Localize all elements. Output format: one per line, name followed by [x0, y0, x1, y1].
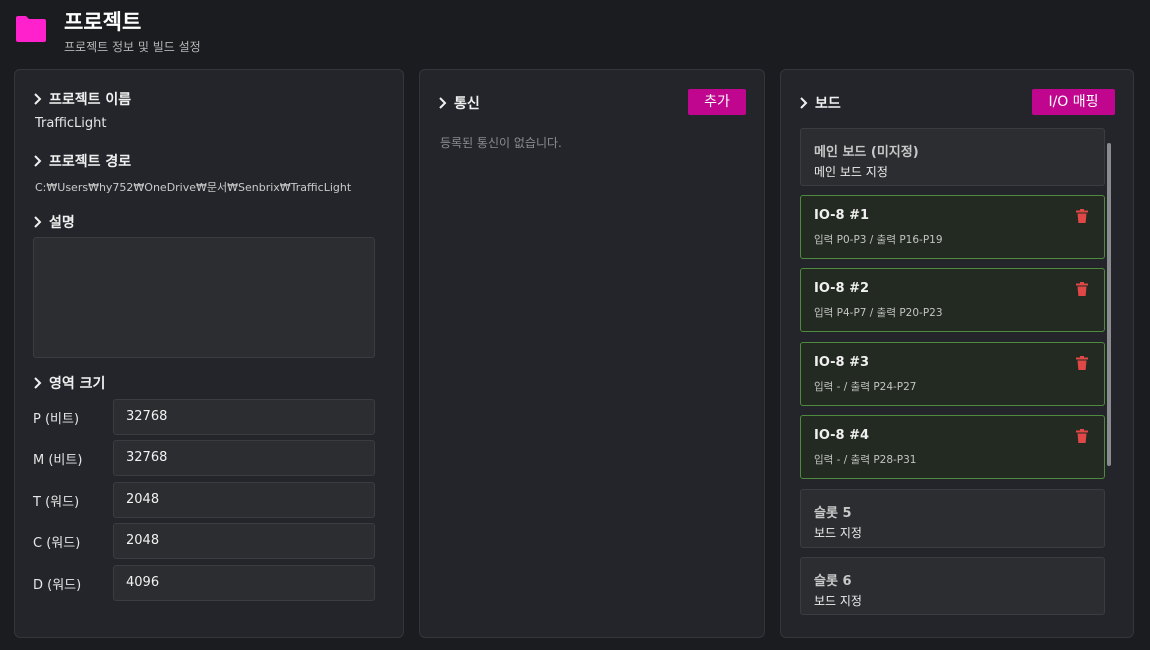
comm-empty-message: 등록된 통신이 없습니다. — [440, 136, 562, 150]
card-sub: 입력 P4-P7 / 출력 P20-P23 — [814, 307, 943, 319]
board-card-io8-1[interactable]: IO-8 #1 입력 P0-P3 / 출력 P16-P19 — [800, 195, 1105, 259]
page-subtitle: 프로젝트 정보 및 빌드 설정 — [64, 40, 201, 54]
area-size-header[interactable]: 영역 크기 — [33, 373, 105, 393]
page-title: 프로젝트 — [64, 10, 142, 34]
comm-panel: 통신 추가 등록된 통신이 없습니다. — [419, 69, 765, 638]
project-name-value: TrafficLight — [35, 116, 107, 131]
chevron-right-icon — [800, 97, 808, 109]
card-title: IO-8 #4 — [814, 428, 870, 443]
card-sub: 보드 지정 — [814, 594, 862, 608]
board-card-io8-2[interactable]: IO-8 #2 입력 P4-P7 / 출력 P20-P23 — [800, 268, 1105, 332]
board-panel: 보드 I/O 매핑 메인 보드 (미지정) 메인 보드 지정 IO-8 #1 입… — [780, 69, 1134, 638]
card-sub: 입력 - / 출력 P28-P31 — [814, 454, 917, 466]
project-name-header[interactable]: 프로젝트 이름 — [33, 89, 131, 109]
c-size-input[interactable]: 2048 — [113, 523, 375, 559]
field-label: T (워드) — [33, 495, 80, 510]
m-size-input[interactable]: 32768 — [113, 440, 375, 476]
d-size-input[interactable]: 4096 — [113, 565, 375, 601]
board-card-io8-3[interactable]: IO-8 #3 입력 - / 출력 P24-P27 — [800, 342, 1105, 406]
board-list-scrollbar[interactable] — [1107, 143, 1111, 466]
project-path-header[interactable]: 프로젝트 경로 — [33, 151, 131, 171]
project-name-label: 프로젝트 이름 — [49, 92, 132, 108]
area-field-d: D (워드) 4096 — [33, 565, 375, 601]
area-field-p: P (비트) 32768 — [33, 399, 375, 435]
comm-header[interactable]: 통신 — [438, 93, 480, 113]
card-title: 메인 보드 (미지정) — [814, 145, 919, 160]
card-sub: 메인 보드 지정 — [814, 165, 888, 179]
description-header[interactable]: 설명 — [33, 212, 75, 232]
area-field-c: C (워드) 2048 — [33, 523, 375, 559]
trash-icon[interactable] — [1076, 429, 1088, 443]
card-sub: 입력 - / 출력 P24-P27 — [814, 381, 917, 393]
board-label: 보드 — [815, 96, 841, 112]
area-field-m: M (비트) 32768 — [33, 440, 375, 476]
project-path-label: 프로젝트 경로 — [49, 154, 132, 170]
trash-icon[interactable] — [1076, 209, 1088, 223]
project-path-value: C:₩Users₩hy752₩OneDrive₩문서₩Senbrix₩Traff… — [35, 181, 352, 194]
io-mapping-button[interactable]: I/O 매핑 — [1032, 89, 1115, 115]
card-title: 슬롯 5 — [814, 506, 852, 521]
card-title: IO-8 #1 — [814, 208, 870, 223]
chevron-right-icon — [34, 216, 42, 228]
card-sub: 입력 P0-P3 / 출력 P16-P19 — [814, 234, 943, 246]
trash-icon[interactable] — [1076, 356, 1088, 370]
board-card-main[interactable]: 메인 보드 (미지정) 메인 보드 지정 — [800, 128, 1105, 186]
project-panel: 프로젝트 이름 TrafficLight 프로젝트 경로 C:₩Users₩hy… — [14, 69, 404, 638]
description-textarea[interactable] — [33, 237, 375, 358]
board-header[interactable]: 보드 — [799, 93, 841, 113]
chevron-right-icon — [34, 155, 42, 167]
board-card-slot-6[interactable]: 슬롯 6 보드 지정 — [800, 557, 1105, 615]
description-label: 설명 — [49, 215, 75, 231]
card-title: 슬롯 6 — [814, 574, 852, 589]
chevron-right-icon — [34, 377, 42, 389]
field-label: M (비트) — [33, 453, 83, 468]
board-card-io8-4[interactable]: IO-8 #4 입력 - / 출력 P28-P31 — [800, 415, 1105, 479]
p-size-input[interactable]: 32768 — [113, 399, 375, 435]
field-label: C (워드) — [33, 536, 81, 551]
trash-icon[interactable] — [1076, 282, 1088, 296]
chevron-right-icon — [34, 93, 42, 105]
t-size-input[interactable]: 2048 — [113, 482, 375, 518]
board-card-slot-5[interactable]: 슬롯 5 보드 지정 — [800, 489, 1105, 548]
add-comm-button[interactable]: 추가 — [688, 89, 746, 115]
field-label: D (워드) — [33, 578, 82, 593]
field-label: P (비트) — [33, 412, 80, 427]
area-size-label: 영역 크기 — [49, 376, 106, 392]
chevron-right-icon — [439, 97, 447, 109]
card-title: IO-8 #2 — [814, 281, 870, 296]
card-title: IO-8 #3 — [814, 355, 870, 370]
card-sub: 보드 지정 — [814, 526, 862, 540]
area-field-t: T (워드) 2048 — [33, 482, 375, 518]
comm-label: 통신 — [454, 96, 480, 112]
folder-icon — [16, 16, 46, 42]
